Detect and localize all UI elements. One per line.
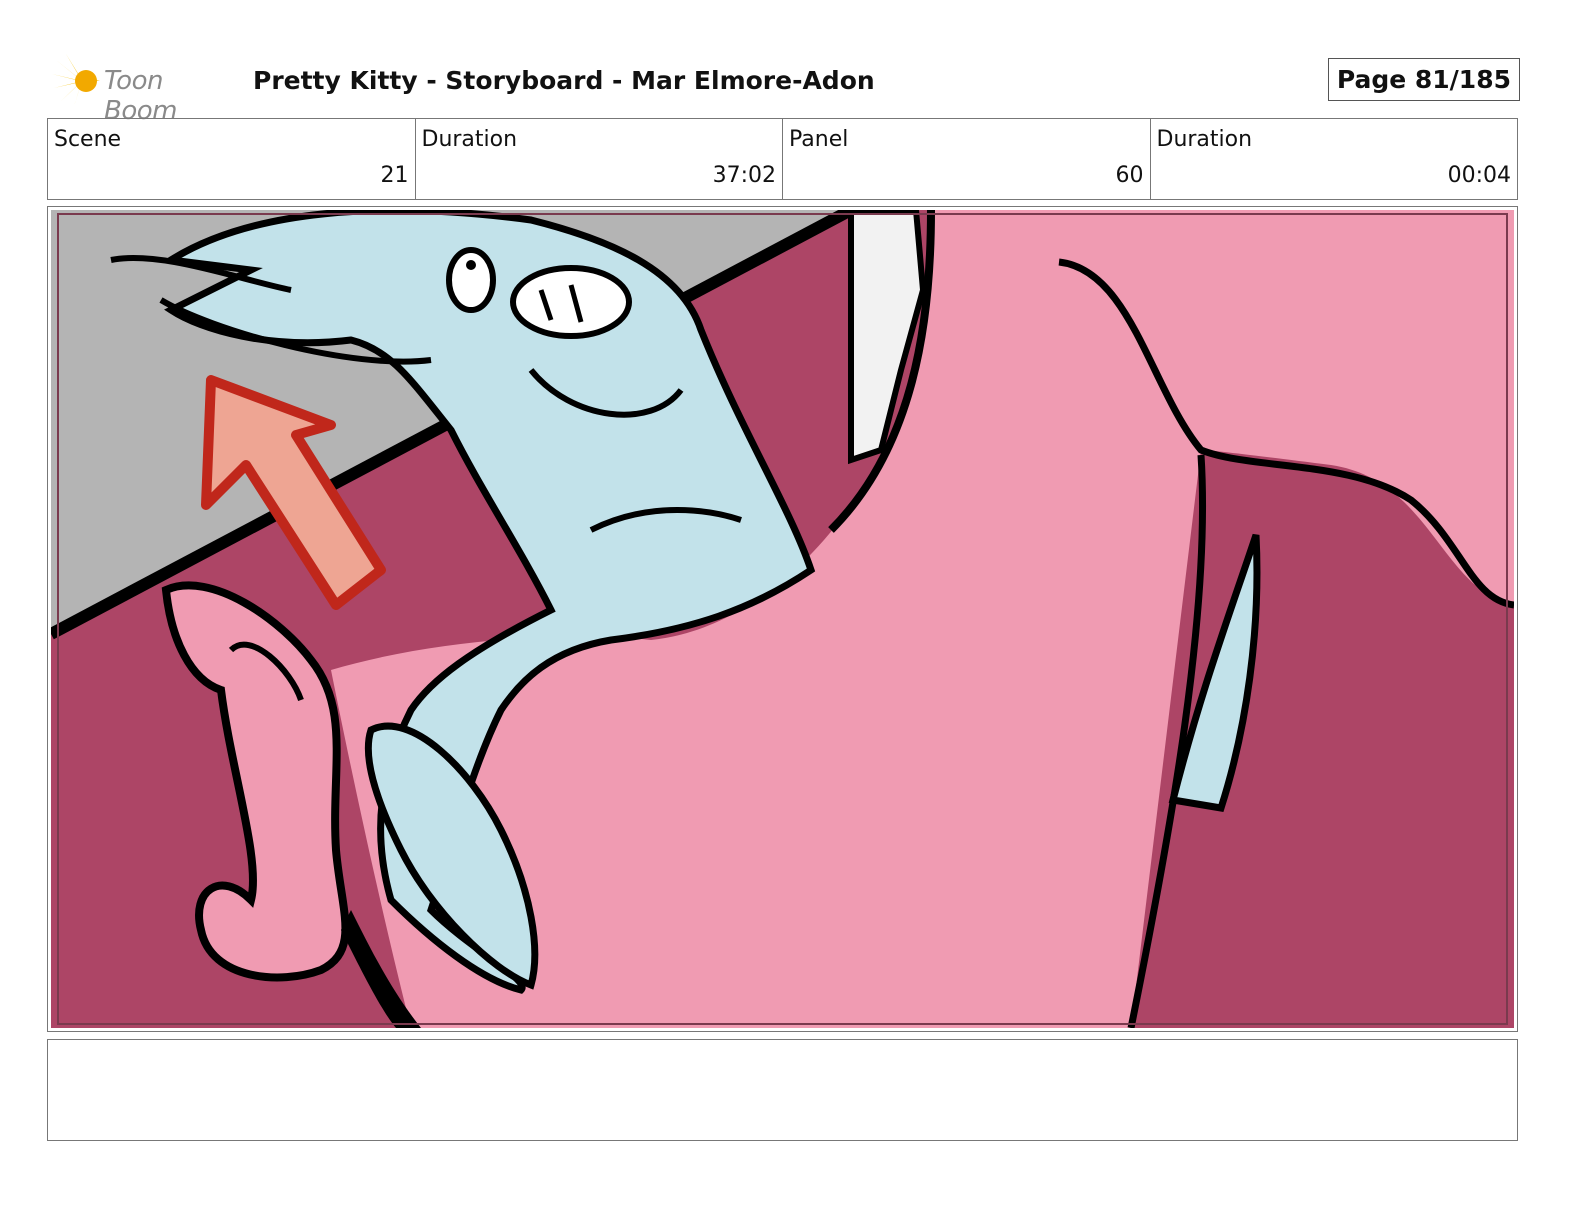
panel-notes-box bbox=[47, 1039, 1518, 1141]
character-eye bbox=[446, 247, 496, 313]
scene-duration-label: Duration bbox=[421, 127, 518, 152]
scene-duration-value: 37:02 bbox=[712, 163, 776, 188]
storyboard-header: Toon Boom Pretty Kitty - Storyboard - Ma… bbox=[52, 52, 1520, 126]
character-teeth bbox=[510, 265, 632, 339]
panel-duration-cell: Duration 00:04 bbox=[1151, 119, 1518, 199]
page-counter: Page 81/185 bbox=[1327, 58, 1520, 101]
scene-duration-cell: Duration 37:02 bbox=[416, 119, 783, 199]
storyboard-panel-image bbox=[47, 206, 1518, 1032]
panel-value: 60 bbox=[1115, 163, 1144, 188]
logo-text: Toon Boom bbox=[104, 66, 177, 126]
panel-duration-label: Duration bbox=[1156, 127, 1253, 152]
scene-cell: Scene 21 bbox=[48, 119, 416, 199]
panel-drawing bbox=[51, 210, 1514, 1028]
panel-duration-value: 00:04 bbox=[1447, 163, 1511, 188]
scene-value: 21 bbox=[380, 163, 409, 188]
scene-info-row: Scene 21 Duration 37:02 Panel 60 Duratio… bbox=[47, 118, 1518, 200]
toon-boom-logo: Toon Boom bbox=[52, 54, 242, 126]
starburst-icon bbox=[52, 54, 100, 106]
panel-label: Panel bbox=[789, 127, 849, 152]
panel-cell: Panel 60 bbox=[783, 119, 1151, 199]
scene-label: Scene bbox=[54, 127, 122, 152]
document-title: Pretty Kitty - Storyboard - Mar Elmore-A… bbox=[253, 66, 875, 95]
